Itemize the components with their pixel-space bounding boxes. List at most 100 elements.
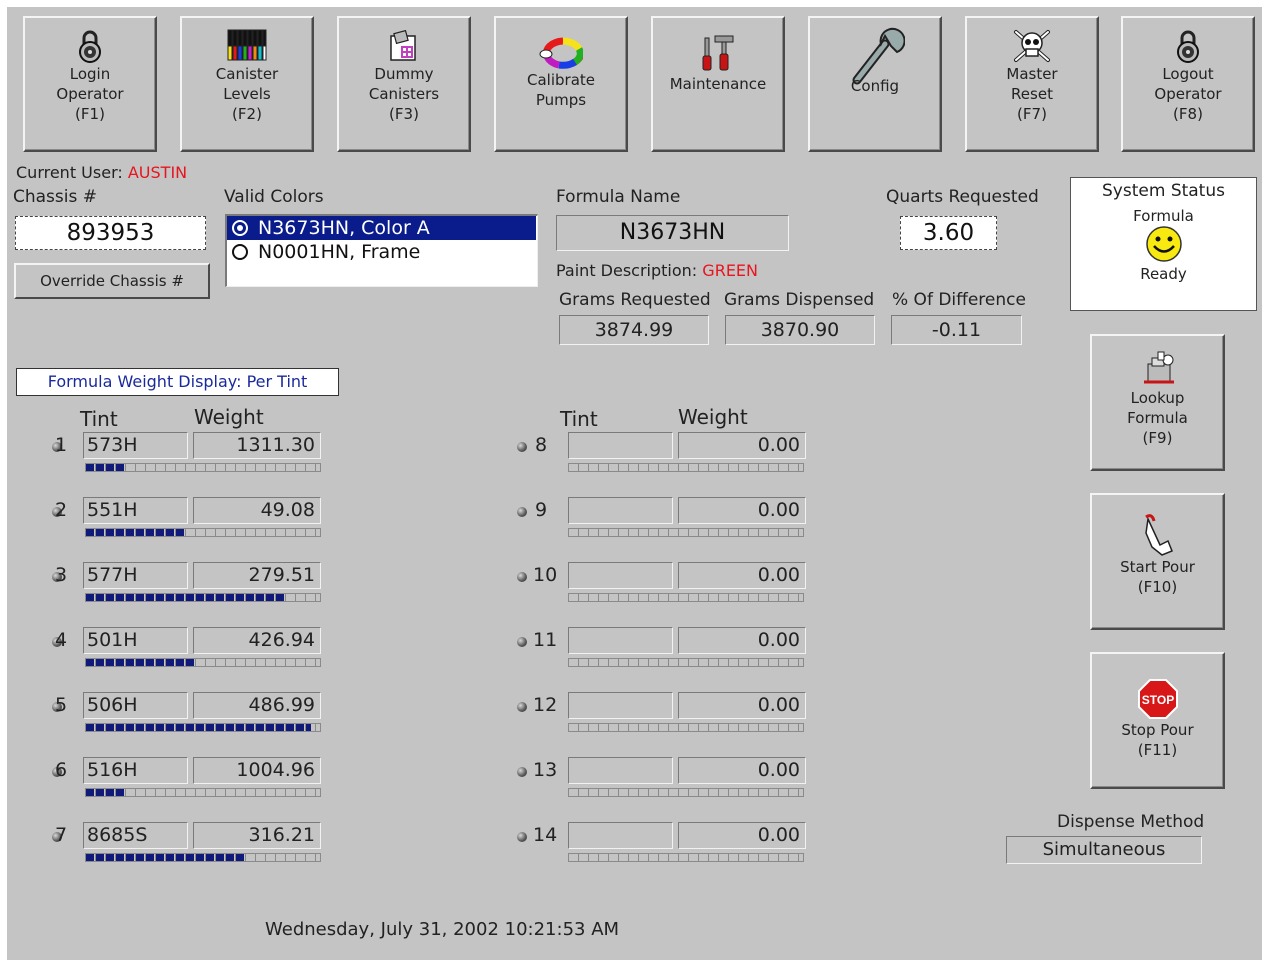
tint-slot-number: 14: [533, 824, 558, 846]
tint-progress-bar: [85, 723, 321, 732]
tint-name-field: [568, 627, 673, 654]
tint-name-field: 516H: [83, 757, 188, 784]
stop-sign-text: STOP: [1141, 693, 1173, 707]
tint-progress-bar: [85, 788, 321, 797]
tint-name-field: 577H: [83, 562, 188, 589]
status-led-icon: [517, 507, 527, 517]
stop-pour-label: Stop Pour (F11): [1121, 721, 1194, 759]
start-pour-label: Start Pour (F10): [1120, 558, 1195, 596]
chassis-number-field[interactable]: 893953: [15, 216, 206, 250]
tint-slot-number: 10: [533, 564, 558, 586]
tint-slot-number: 1: [55, 434, 68, 456]
tint-slot-number: 4: [55, 629, 68, 651]
quarts-requested-label: Quarts Requested: [886, 187, 1039, 207]
stop-pour-button[interactable]: STOP Stop Pour (F11): [1090, 652, 1225, 789]
logout-operator-button[interactable]: Logout Operator (F8): [1121, 16, 1255, 152]
dummy-canisters-label: Dummy Canisters (F3): [368, 65, 440, 123]
tint-progress-bar: [85, 593, 321, 602]
radio-unselected-icon: [232, 244, 248, 260]
status-led-icon: [517, 637, 527, 647]
tint-progress-fill: [86, 659, 196, 666]
tint-weight-field: 0.00: [678, 692, 806, 719]
current-user-name: AUSTIN: [127, 163, 188, 182]
canisters-icon: [227, 29, 267, 61]
tint-progress-fill: [86, 529, 185, 536]
config-label: Config: [850, 77, 900, 95]
skull-icon: [1014, 30, 1050, 62]
status-led-icon: [517, 572, 527, 582]
tint-progress-bar: [568, 593, 804, 602]
canister-levels-button[interactable]: Canister Levels (F2): [180, 16, 314, 152]
tint-slot-number: 9: [535, 499, 548, 521]
smiley-icon: [1145, 226, 1182, 262]
tint-name-field: [568, 562, 673, 589]
valid-colors-label: Valid Colors: [224, 187, 324, 207]
current-user-label: Current User:: [16, 163, 123, 182]
tint-slot-number: 12: [533, 694, 558, 716]
maintenance-button[interactable]: Maintenance: [651, 16, 785, 152]
paint-description: Paint Description: GREEN: [556, 261, 758, 280]
tint-progress-bar: [85, 463, 321, 472]
difference-label: % Of Difference: [892, 290, 1026, 310]
tint-slot-number: 11: [533, 629, 558, 651]
tint-progress-fill: [86, 464, 126, 471]
lookup-formula-button[interactable]: Lookup Formula (F9): [1090, 334, 1225, 471]
tint-slot-number: 3: [55, 564, 68, 586]
status-led-icon: [517, 767, 527, 777]
login-operator-button[interactable]: Login Operator (F1): [23, 16, 157, 152]
tint-progress-bar: [568, 723, 804, 732]
calibrate-pumps-button[interactable]: Calibrate Pumps: [494, 16, 628, 152]
valid-colors-list[interactable]: N3673HN, Color A N0001HN, Frame: [225, 214, 538, 287]
tint-name-field: [568, 757, 673, 784]
radio-selected-icon: [232, 220, 248, 236]
tint-slot-number: 13: [533, 759, 558, 781]
master-reset-label: Master Reset (F7): [1006, 65, 1058, 123]
weight-header-left: Weight: [194, 405, 264, 429]
tint-weight-field: 1004.96: [193, 757, 321, 784]
current-user: Current User: AUSTIN: [16, 163, 187, 182]
tint-weight-field: 49.08: [193, 497, 321, 524]
tint-weight-field: 0.00: [678, 497, 806, 524]
tint-weight-field: 0.00: [678, 432, 806, 459]
tint-progress-fill: [86, 789, 126, 796]
grams-requested-label: Grams Requested: [559, 290, 711, 310]
chassis-label: Chassis #: [13, 187, 98, 207]
tint-name-field: 573H: [83, 432, 188, 459]
tint-slot-number: 5: [55, 694, 68, 716]
system-status-title: System Status: [1102, 181, 1225, 201]
tint-weight-field: 426.94: [193, 627, 321, 654]
formula-name-label: Formula Name: [556, 187, 681, 207]
tint-name-field: 506H: [83, 692, 188, 719]
override-chassis-button[interactable]: Override Chassis #: [14, 263, 210, 299]
tint-header-right: Tint: [560, 407, 598, 431]
tint-weight-field: 486.99: [193, 692, 321, 719]
dispense-window: Login Operator (F1) Canister Levels (F2)…: [7, 7, 1262, 960]
datetime: Wednesday, July 31, 2002 10:21:53 AM: [265, 919, 620, 940]
logout-operator-label: Logout Operator (F8): [1154, 65, 1222, 123]
tint-weight-field: 0.00: [678, 757, 806, 784]
tools-icon: [702, 35, 734, 71]
tint-progress-bar: [568, 658, 804, 667]
tint-weight-field: 0.00: [678, 822, 806, 849]
quarts-requested-field[interactable]: 3.60: [900, 216, 997, 250]
valid-color-option[interactable]: N3673HN, Color A: [227, 216, 536, 240]
padlock-icon: [1177, 30, 1199, 63]
stop-sign-icon: STOP: [1137, 679, 1178, 719]
tint-name-field: [568, 692, 673, 719]
valid-color-option[interactable]: N0001HN, Frame: [227, 240, 536, 264]
tint-name-field: 501H: [83, 627, 188, 654]
login-operator-label: Login Operator (F1): [56, 65, 124, 123]
calibrate-pumps-label: Calibrate Pumps: [527, 71, 595, 109]
start-pour-button[interactable]: Start Pour (F10): [1090, 493, 1225, 630]
dummy-canisters-button[interactable]: Dummy Canisters (F3): [337, 16, 471, 152]
lookup-formula-label: Lookup Formula (F9): [1127, 389, 1188, 447]
color-wheel-icon: [539, 37, 583, 69]
weight-display-mode[interactable]: Formula Weight Display: Per Tint: [16, 368, 339, 396]
master-reset-button[interactable]: Master Reset (F7): [965, 16, 1099, 152]
tint-weight-field: 0.00: [678, 627, 806, 654]
tint-slot-number: 6: [55, 759, 68, 781]
paint-description-value: GREEN: [702, 261, 758, 280]
tint-progress-fill: [86, 594, 285, 601]
config-button[interactable]: Config: [808, 16, 942, 152]
tint-slot-number: 8: [535, 434, 548, 456]
